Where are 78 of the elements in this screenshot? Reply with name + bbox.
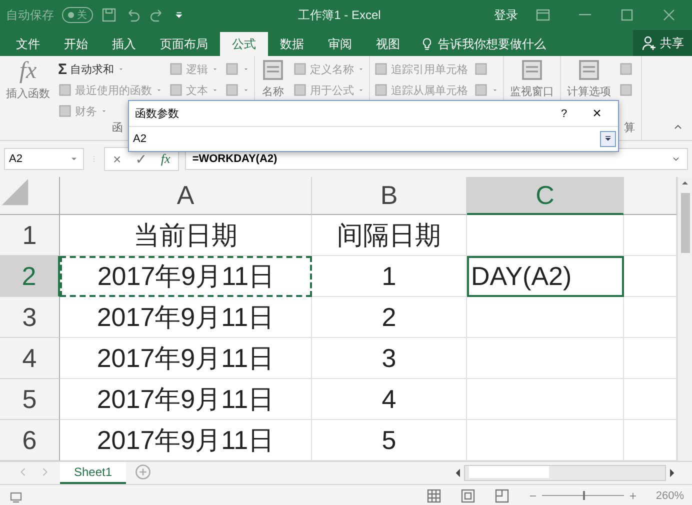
- row-header[interactable]: 5: [0, 379, 60, 420]
- command-icon: [293, 83, 307, 97]
- expand-dialog-button[interactable]: [600, 131, 616, 147]
- command-icon: [225, 83, 239, 97]
- page-layout-icon: [460, 488, 476, 504]
- ribbon-tab[interactable]: 插入: [100, 32, 148, 56]
- table-cell: 2017年9月11日: [60, 379, 312, 420]
- command-icon: [169, 83, 183, 97]
- command-icon: [374, 83, 388, 97]
- command-icon: [169, 62, 183, 76]
- command-icon: [474, 83, 488, 97]
- name-box[interactable]: A2: [4, 148, 84, 170]
- maximize-icon: [619, 7, 635, 23]
- table-cell: 2: [312, 297, 467, 338]
- share-button[interactable]: 共享: [633, 30, 692, 56]
- normal-view-icon: [426, 488, 442, 504]
- command-icon: [225, 62, 239, 76]
- row-header[interactable]: 4: [0, 338, 60, 379]
- save-icon: [101, 7, 117, 23]
- table-cell: DAY(A2): [467, 256, 624, 297]
- ribbon-tab[interactable]: 开始: [52, 32, 100, 56]
- argument-field[interactable]: A2: [133, 133, 146, 145]
- sign-in-link[interactable]: 登录: [494, 6, 518, 24]
- ribbon-large-button[interactable]: fx 插入函数: [4, 58, 52, 120]
- ribbon-tab[interactable]: 审阅: [316, 32, 364, 56]
- row-header[interactable]: 1: [0, 215, 60, 256]
- command-icon: [374, 62, 388, 76]
- column-header[interactable]: C: [467, 177, 624, 215]
- ribbon-large-button[interactable]: 名称: [259, 58, 287, 120]
- ribbon-tab[interactable]: 公式: [220, 32, 268, 56]
- cancel-button[interactable]: ×: [113, 151, 122, 167]
- column-header[interactable]: A: [60, 177, 312, 215]
- command-icon: [293, 62, 307, 76]
- lightbulb-icon: [420, 37, 434, 51]
- table-cell: 间隔日期: [312, 215, 467, 256]
- command-icon: [619, 83, 633, 97]
- ribbon-display-icon: [535, 7, 551, 23]
- horizontal-scrollbar[interactable]: [464, 465, 666, 481]
- table-cell: 2017年9月11日: [60, 256, 312, 297]
- close-button[interactable]: ×: [582, 105, 612, 122]
- zoom-level[interactable]: 260%: [656, 490, 684, 502]
- enter-button[interactable]: ✓: [135, 150, 147, 168]
- ribbon-tab[interactable]: 数据: [268, 32, 316, 56]
- ribbon-button[interactable]: Σ 自动求和: [58, 60, 163, 78]
- add-sheet-icon: [134, 462, 152, 482]
- window-title: 工作簿1 - Excel: [297, 6, 382, 24]
- row-header[interactable]: 6: [0, 420, 60, 461]
- minimize-icon: [579, 14, 591, 16]
- group-label: 算: [624, 122, 635, 134]
- scrollbar-thumb[interactable]: [680, 193, 690, 253]
- table-cell: 4: [312, 379, 467, 420]
- table-cell: 2017年9月11日: [60, 297, 312, 338]
- toggle-knob-icon: [68, 12, 74, 18]
- person-add-icon: [641, 35, 657, 51]
- command-icon: [58, 83, 72, 97]
- close-icon: [661, 7, 677, 23]
- ribbon-tab[interactable]: 页面布局: [148, 32, 220, 56]
- column-header[interactable]: B: [312, 177, 467, 215]
- ribbon-tab[interactable]: 文件: [4, 32, 52, 56]
- tell-me-search[interactable]: 告诉我你想要做什么: [420, 32, 546, 56]
- dialog-title: 函数参数: [135, 107, 180, 121]
- table-cell: 2017年9月11日: [60, 338, 312, 379]
- command-icon: [474, 62, 488, 76]
- zoom-in-icon: [628, 490, 638, 500]
- group-label: 函: [112, 122, 123, 134]
- page-break-icon: [494, 488, 510, 504]
- command-icon: [619, 62, 633, 76]
- table-cell: 1: [312, 256, 467, 297]
- table-cell: 3: [312, 338, 467, 379]
- column-header[interactable]: [624, 177, 677, 215]
- table-cell: 当前日期: [60, 215, 312, 256]
- autosave-label: 自动保存: [6, 6, 54, 24]
- sheet-tab[interactable]: Sheet1: [60, 462, 126, 484]
- row-header[interactable]: 3: [0, 297, 60, 338]
- insert-function-button[interactable]: fx: [160, 151, 170, 167]
- ribbon-tab[interactable]: 视图: [364, 32, 412, 56]
- command-icon: [58, 104, 72, 118]
- row-header[interactable]: 2: [0, 256, 60, 297]
